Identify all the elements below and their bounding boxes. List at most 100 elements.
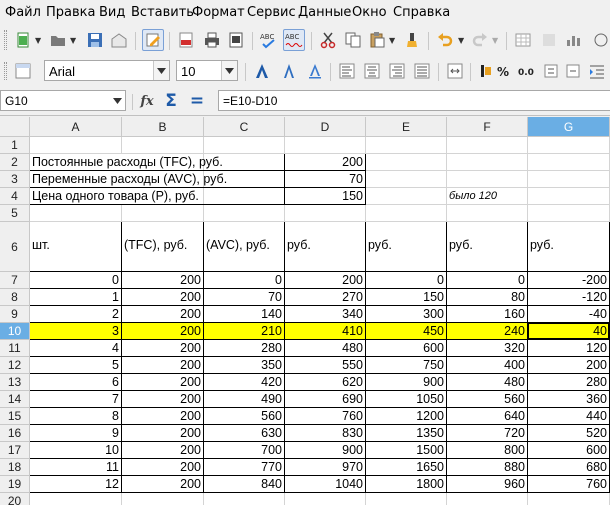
cell-B20[interactable] [122,493,204,505]
param-label[interactable]: Переменные расходы (AVC), руб. [30,171,285,188]
cell-C5[interactable] [204,205,285,222]
table-cell[interactable]: 200 [122,391,204,408]
table-cell[interactable]: 8 [30,408,122,425]
cell-C1[interactable] [204,137,285,154]
edit-mode-icon[interactable] [142,29,164,51]
name-box[interactable]: G10 [0,90,126,111]
table-cell[interactable]: 900 [285,442,366,459]
row-header-15[interactable]: 15 [0,408,30,425]
menu-view[interactable]: Вид [99,5,125,20]
table-header-cell[interactable]: Выручка, руб. [366,222,447,272]
align-left-icon[interactable] [336,60,358,82]
table-cell[interactable]: 840 [204,476,285,493]
column-header-D[interactable]: D [285,117,366,137]
row-header-10[interactable]: 10 [0,323,30,340]
table-header-cell[interactable]: Переменные расходы (AVC), руб. [204,222,285,272]
table-cell[interactable]: 340 [285,306,366,323]
cell-B1[interactable] [122,137,204,154]
row-header-3[interactable]: 3 [0,171,30,188]
font-name-combobox[interactable]: Arial [44,60,170,81]
chevron-down-icon[interactable] [109,91,125,110]
table-cell[interactable]: 360 [528,391,610,408]
table-cell[interactable]: 880 [447,459,528,476]
menu-edit[interactable]: Правка [46,5,95,20]
table-cell[interactable]: 7 [30,391,122,408]
formula-input[interactable]: =E10-D10 [218,90,610,111]
table-cell[interactable]: 200 [122,289,204,306]
param-value[interactable]: 200 [285,154,366,171]
table-cell[interactable]: 2 [30,306,122,323]
autospellcheck-icon[interactable]: ABC [283,29,305,51]
table-cell[interactable]: 1350 [366,425,447,442]
cell-G4[interactable] [528,188,610,205]
table-cell[interactable]: 420 [204,374,285,391]
table-cell[interactable]: 480 [285,340,366,357]
menu-tools[interactable]: Сервис [247,5,296,20]
param-value[interactable]: 150 [285,188,366,205]
cell-A5[interactable] [30,205,122,222]
table-cell[interactable]: 270 [285,289,366,306]
row-header-1[interactable]: 1 [0,137,30,154]
table-cell[interactable]: 320 [447,340,528,357]
cell-C20[interactable] [204,493,285,505]
table-header-cell[interactable]: Чистая прибыль, руб. [528,222,610,272]
spellcheck-icon[interactable]: ABC [258,29,280,51]
param-label[interactable]: Постоянные расходы (TFC), руб. [30,154,285,171]
table-cell[interactable]: 520 [528,425,610,442]
menu-help[interactable]: Справка [393,5,450,20]
row-header-6[interactable]: 6 [0,222,30,272]
table-cell[interactable]: 10 [30,442,122,459]
cell-E4[interactable] [366,188,447,205]
print-icon[interactable] [201,29,223,51]
sort-icon[interactable] [538,29,560,51]
add-decimal-icon[interactable] [540,60,562,82]
table-cell[interactable]: 350 [204,357,285,374]
table-cell[interactable]: 830 [285,425,366,442]
close-document-icon[interactable] [590,29,610,51]
table-cell[interactable]: 150 [366,289,447,306]
row-header-16[interactable]: 16 [0,425,30,442]
table-header-cell[interactable]: Объем производства, шт. [30,222,122,272]
cell-G1[interactable] [528,137,610,154]
table-cell[interactable]: 80 [447,289,528,306]
table-cell[interactable]: 200 [122,476,204,493]
save-icon[interactable] [84,29,106,51]
table-cell[interactable]: 1650 [366,459,447,476]
table-cell[interactable]: 0 [366,272,447,289]
table-cell[interactable]: 450 [366,323,447,340]
table-cell[interactable]: 200 [122,425,204,442]
cell-D1[interactable] [285,137,366,154]
table-cell[interactable]: 160 [447,306,528,323]
cell-D5[interactable] [285,205,366,222]
column-header-G[interactable]: G [528,117,610,137]
table-cell[interactable]: 200 [122,357,204,374]
merge-cells-icon[interactable] [444,60,466,82]
function-wizard-button[interactable]: fx [136,90,158,112]
table-cell[interactable]: 200 [122,272,204,289]
table-cell[interactable]: 200 [122,442,204,459]
table-cell[interactable]: 410 [285,323,366,340]
cell-G5[interactable] [528,205,610,222]
row-header-13[interactable]: 13 [0,374,30,391]
table-cell[interactable]: -200 [528,272,610,289]
column-header-B[interactable]: B [122,117,204,137]
table-cell[interactable]: 9 [30,425,122,442]
redo-dropdown-icon[interactable]: ▼ [492,36,498,45]
menu-insert[interactable]: Вставить [131,5,194,20]
table-cell[interactable]: 680 [528,459,610,476]
font-size-combobox[interactable]: 10 [176,60,238,81]
table-cell[interactable]: 12 [30,476,122,493]
table-cell[interactable]: 4 [30,340,122,357]
redo-icon[interactable] [469,29,491,51]
table-cell[interactable]: 720 [447,425,528,442]
table-grid-icon[interactable] [512,29,534,51]
menu-format[interactable]: Формат [192,5,245,20]
table-cell[interactable]: 640 [447,408,528,425]
table-cell[interactable]: 6 [30,374,122,391]
paste-icon[interactable] [366,29,388,51]
row-header-9[interactable]: 9 [0,306,30,323]
export-pdf-icon[interactable] [175,29,197,51]
cell-F3[interactable] [447,171,528,188]
row-header-14[interactable]: 14 [0,391,30,408]
table-cell[interactable]: -40 [528,306,610,323]
